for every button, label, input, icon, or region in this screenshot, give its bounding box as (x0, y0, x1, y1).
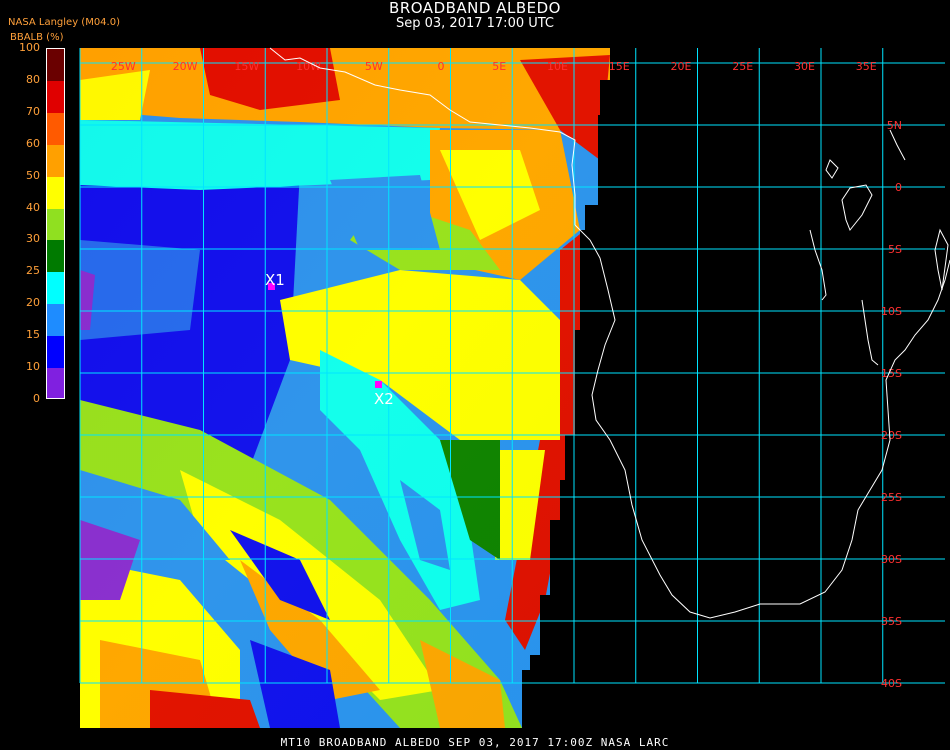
latitude-label: 0 (895, 181, 902, 194)
latitude-label: 10S (881, 305, 902, 318)
longitude-label: 35E (856, 60, 877, 73)
longitude-label: 10E (547, 60, 568, 73)
marker-x1-label: X1 (265, 271, 285, 289)
latitude-label: 30S (881, 553, 902, 566)
marker-x2-label: X2 (374, 390, 394, 408)
latitude-label: 25S (881, 491, 902, 504)
longitude-label: 15W (234, 60, 259, 73)
albedo-field (80, 48, 610, 728)
longitude-label: 5E (492, 60, 506, 73)
latitude-label: 20S (881, 429, 902, 442)
latitude-label: 35S (881, 615, 902, 628)
longitude-label: 25W (111, 60, 136, 73)
marker-x1[interactable]: X1 (265, 271, 285, 290)
latitude-label: 5N (887, 119, 902, 132)
longitude-label: 0 (438, 60, 445, 73)
albedo-map[interactable]: 25W 20W 15W 10W 5W 0 5E 10E 15E 20E 25E 30E 35E 5N05… (0, 0, 950, 750)
footer-caption: MT10 BROADBAND ALBEDO SEP 03, 2017 17:00… (280, 736, 670, 749)
longitude-label: 30E (794, 60, 815, 73)
longitude-label: 5W (365, 60, 383, 73)
longitude-label: 15E (609, 60, 630, 73)
longitude-label: 20W (173, 60, 198, 73)
longitude-label: 25E (732, 60, 753, 73)
latitude-label: 5S (888, 243, 902, 256)
latitude-labels: 5N05S10S15S20S25S30S35S40S (881, 119, 902, 690)
longitude-label: 20E (671, 60, 692, 73)
latitude-label: 40S (881, 677, 902, 690)
